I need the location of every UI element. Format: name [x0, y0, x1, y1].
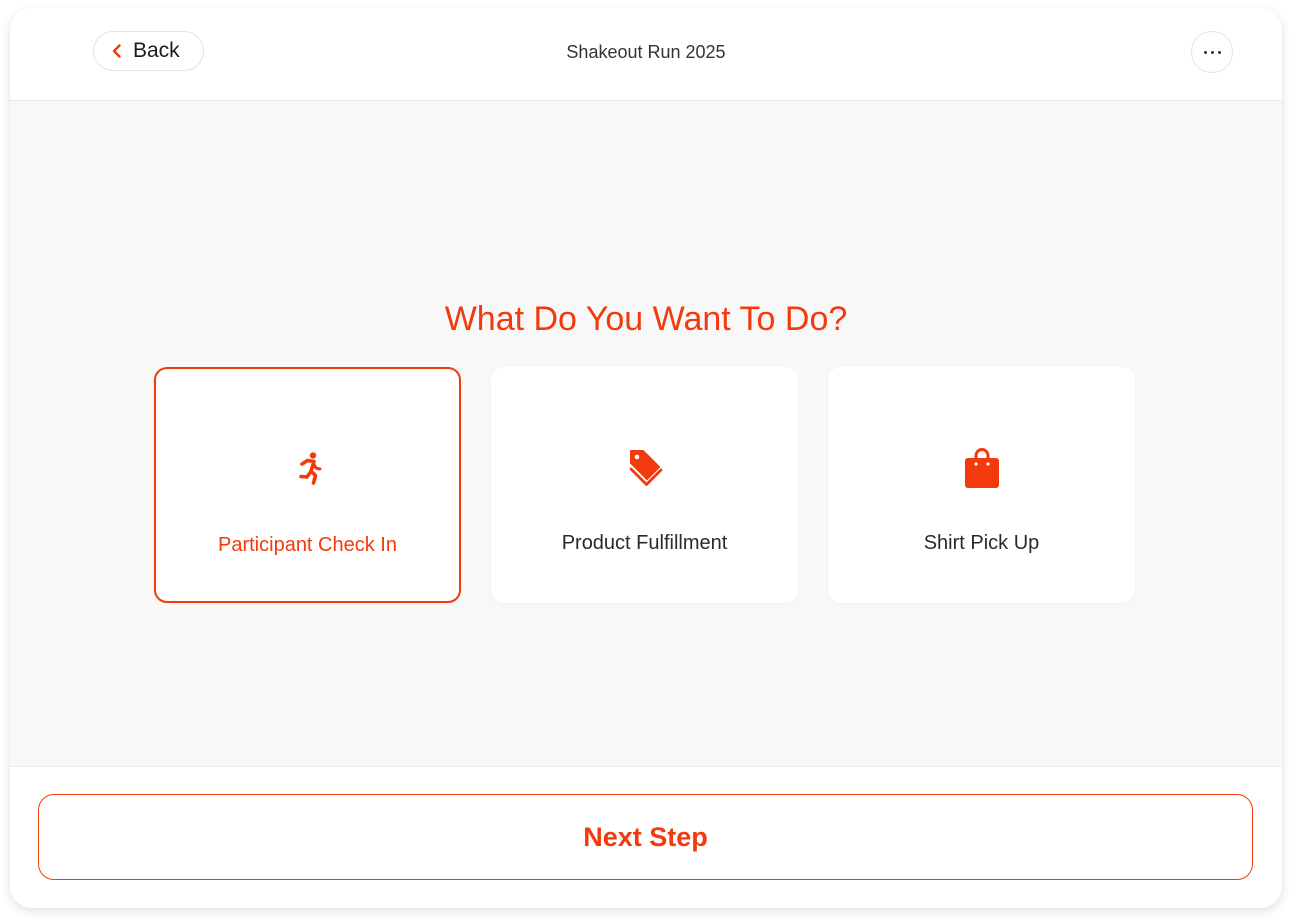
tags-icon: [625, 445, 665, 489]
option-card-product-fulfillment[interactable]: Product Fulfillment: [491, 367, 798, 603]
top-bar: Shakeout Run 2025 Back: [10, 8, 1282, 101]
running-person-icon: [288, 447, 328, 491]
app-window: Shakeout Run 2025 Back What Do You Want …: [10, 8, 1282, 908]
next-step-button[interactable]: Next Step: [38, 794, 1253, 880]
more-options-button[interactable]: [1191, 31, 1233, 73]
ellipsis-icon: [1202, 50, 1223, 54]
back-button[interactable]: Back: [93, 31, 204, 71]
option-card-participant-check-in[interactable]: Participant Check In: [154, 367, 461, 603]
footer-bar: Next Step: [10, 766, 1282, 908]
option-card-shirt-pick-up[interactable]: Shirt Pick Up: [828, 367, 1135, 603]
back-button-label: Back: [133, 39, 180, 62]
chevron-left-icon: [111, 44, 123, 58]
option-label: Shirt Pick Up: [923, 532, 1040, 554]
option-cards: Participant Check In Product Fulfillment: [154, 367, 1138, 605]
shopping-bag-icon: [962, 445, 1002, 489]
option-label: Participant Check In: [218, 534, 397, 556]
option-label: Product Fulfillment: [561, 532, 728, 554]
main-heading: What Do You Want To Do?: [444, 300, 848, 338]
